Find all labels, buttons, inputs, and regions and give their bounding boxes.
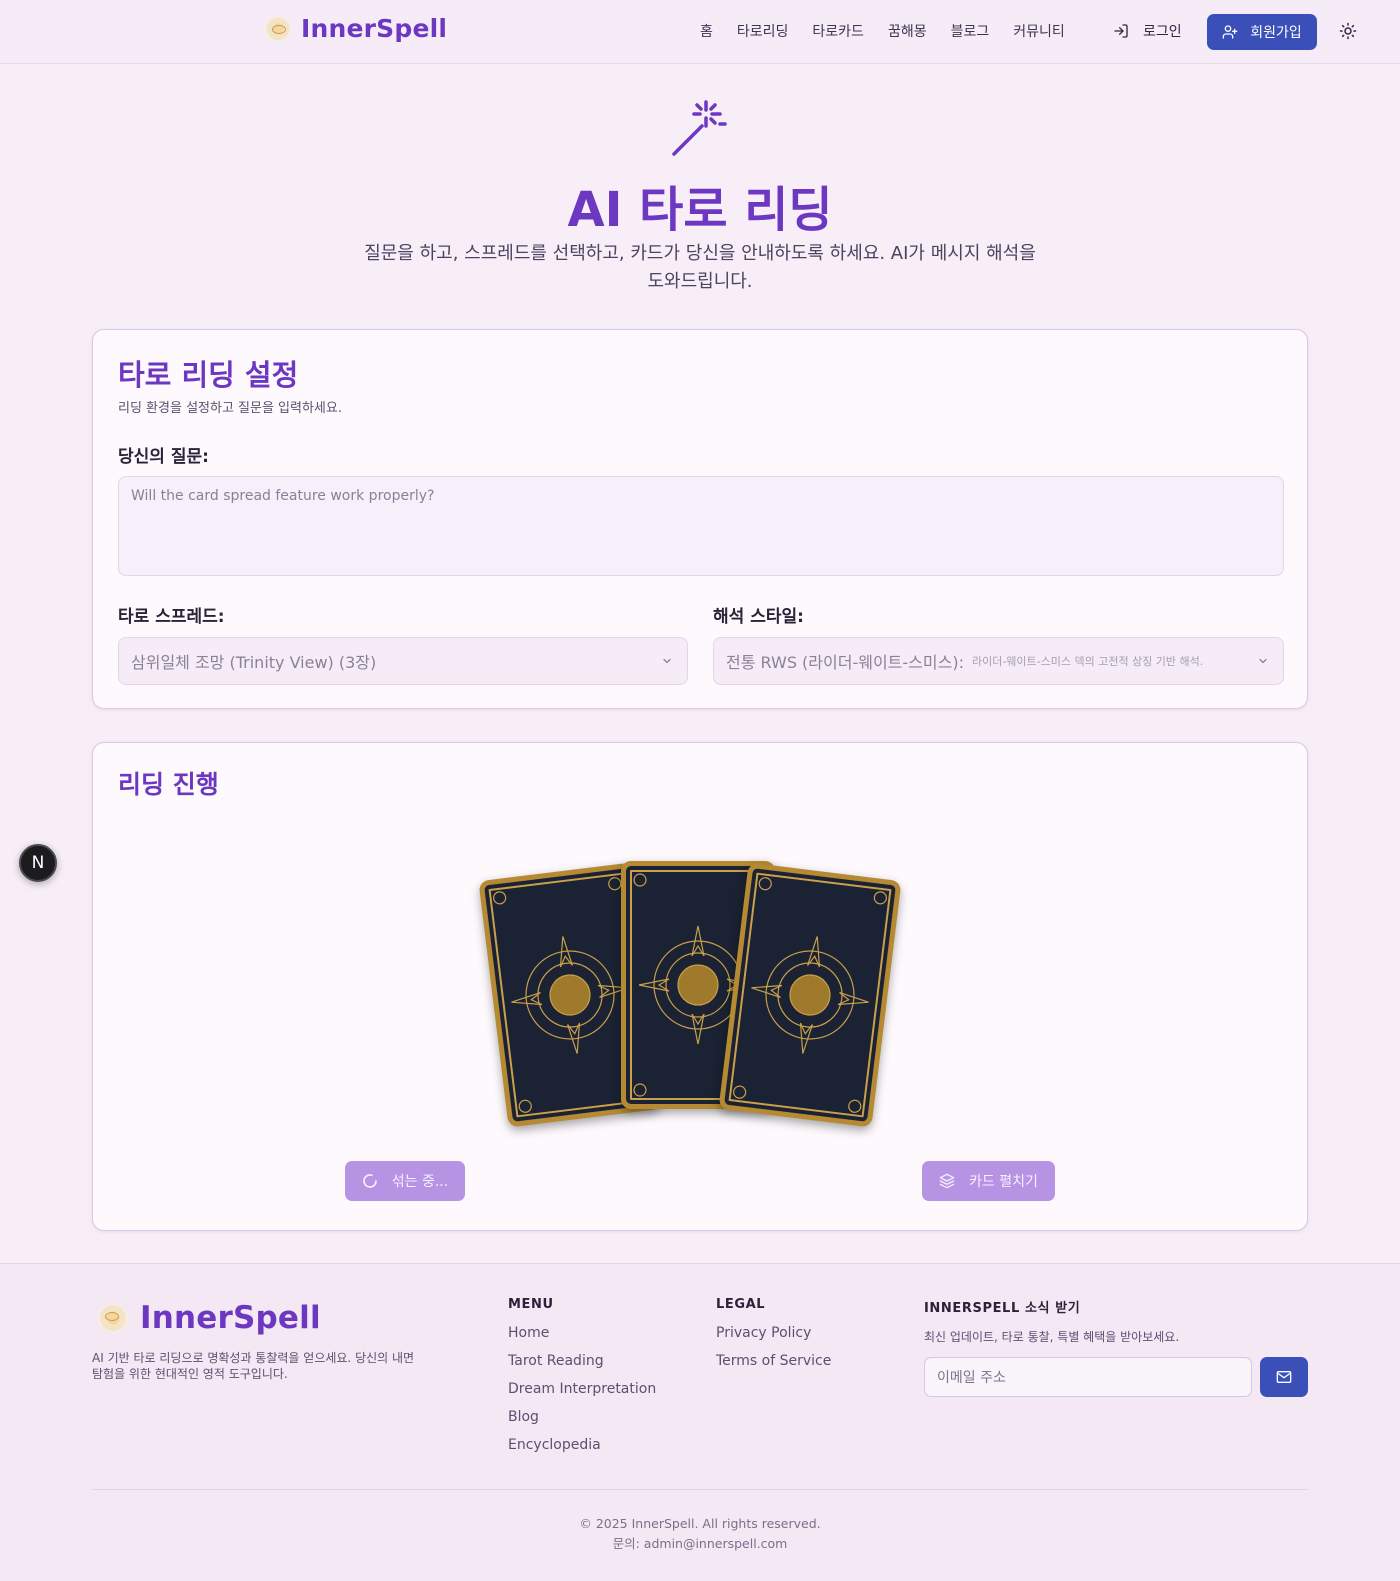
footer-legal-title: LEGAL (716, 1297, 766, 1312)
spread-select[interactable]: 삼위일체 조망 (Trinity View) (3장) (118, 637, 688, 685)
nav-tarot-cards[interactable]: 타로카드 (812, 21, 864, 41)
nav-tarot-reading[interactable]: 타로리딩 (737, 21, 789, 41)
footer-link-home[interactable]: Home (508, 1324, 656, 1342)
newsletter-title: INNERSPELL 소식 받기 (924, 1301, 1081, 1316)
footer-link-blog[interactable]: Blog (508, 1408, 656, 1426)
page-title: AI 타로 리딩 (567, 182, 833, 238)
main-nav: 홈 타로리딩 타로카드 꿈해몽 블로그 커뮤니티 (700, 21, 1089, 41)
login-button[interactable]: 로그인 (1113, 21, 1182, 41)
chevron-down-icon (1259, 658, 1267, 664)
style-hint: 라이더-웨이트-스미스 덱의 고전적 상징 기반 해석. (971, 655, 1204, 668)
login-icon (1114, 24, 1128, 38)
spinner-icon (362, 1174, 377, 1188)
login-label: 로그인 (1143, 24, 1182, 40)
progress-title: 리딩 진행 (118, 770, 219, 799)
spread-cards-button[interactable]: 카드 펼치기 (922, 1161, 1055, 1201)
user-plus-icon (1222, 25, 1238, 39)
footer-description: AI 기반 타로 리딩으로 명확성과 통찰력을 얻으세요. 당신의 내면 탐험을… (92, 1351, 415, 1381)
settings-description: 리딩 환경을 설정하고 질문을 입력하세요. (118, 401, 342, 416)
style-label: 해석 스타일: (713, 607, 804, 627)
magic-wand-icon (672, 100, 727, 156)
footer-menu-title: MENU (508, 1297, 554, 1312)
nav-blog[interactable]: 블로그 (951, 21, 990, 41)
style-value: 전통 RWS (라이더-웨이트-스미스): (726, 653, 964, 672)
shuffle-button[interactable]: 섞는 중... (345, 1161, 465, 1201)
chevron-down-icon (663, 658, 671, 664)
logo[interactable]: InnerSpell (265, 14, 447, 43)
signup-button[interactable]: 회원가입 (1207, 14, 1317, 50)
footer-legal: LEGAL Privacy Policy Terms of Service (716, 1297, 831, 1380)
footer-divider (92, 1489, 1308, 1490)
style-select[interactable]: 전통 RWS (라이더-웨이트-스미스): 라이더-웨이트-스미스 덱의 고전적… (713, 637, 1284, 685)
reading-settings-card: 타로 리딩 설정 리딩 환경을 설정하고 질문을 입력하세요. 당신의 질문: … (92, 329, 1308, 709)
nav-home[interactable]: 홈 (700, 21, 713, 41)
question-input[interactable]: Will the card spread feature work proper… (118, 476, 1284, 576)
footer-link-dream[interactable]: Dream Interpretation (508, 1380, 656, 1398)
logo-text: InnerSpell (301, 14, 448, 43)
nav-dream[interactable]: 꿈해몽 (888, 21, 927, 41)
email-input[interactable]: 이메일 주소 (924, 1357, 1252, 1397)
page-subtitle: 질문을 하고, 스프레드를 선택하고, 카드가 당신을 안내하도록 하세요. A… (364, 243, 1036, 292)
tarot-card-back (718, 862, 902, 1128)
settings-title: 타로 리딩 설정 (118, 358, 299, 392)
copyright: © 2025 InnerSpell. All rights reserved. (579, 1516, 821, 1531)
footer-menu: MENU Home Tarot Reading Dream Interpreta… (508, 1297, 656, 1464)
footer-link-tarot[interactable]: Tarot Reading (508, 1352, 656, 1370)
footer-copyright-block: © 2025 InnerSpell. All rights reserved. … (0, 1514, 1400, 1554)
subscribe-button[interactable] (1260, 1357, 1308, 1397)
logo-icon (265, 15, 291, 42)
newsletter-description: 최신 업데이트, 타로 통찰, 특별 혜택을 받아보세요. (924, 1330, 1180, 1344)
footer-link-privacy[interactable]: Privacy Policy (716, 1324, 831, 1342)
layers-icon (939, 1173, 955, 1189)
logo-icon (98, 1303, 128, 1333)
spread-cards-label: 카드 펼치기 (969, 1174, 1038, 1190)
next-dev-badge[interactable]: N (19, 844, 57, 882)
footer-logo-text: InnerSpell (140, 1300, 321, 1336)
site-footer: InnerSpell AI 기반 타로 리딩으로 명확성과 통찰력을 얻으세요.… (0, 1263, 1400, 1581)
footer-newsletter: INNERSPELL 소식 받기 최신 업데이트, 타로 통찰, 특별 혜택을 … (924, 1297, 1179, 1345)
footer-link-encyclopedia[interactable]: Encyclopedia (508, 1436, 656, 1454)
site-header: InnerSpell 홈 타로리딩 타로카드 꿈해몽 블로그 커뮤니티 로그인 … (0, 0, 1400, 64)
shuffle-label: 섞는 중... (391, 1174, 449, 1190)
contact-email: 문의: admin@innerspell.com (612, 1536, 788, 1551)
nav-community[interactable]: 커뮤니티 (1013, 21, 1065, 41)
question-label: 당신의 질문: (118, 447, 209, 467)
spread-value: 삼위일체 조망 (Trinity View) (3장) (131, 653, 377, 672)
footer-logo[interactable]: InnerSpell (98, 1300, 321, 1336)
reading-progress-card: 리딩 진행 섞는 중... 카드 펼치기 (92, 742, 1308, 1231)
mail-icon (1276, 1371, 1292, 1383)
card-deck[interactable] (478, 853, 921, 1143)
signup-label: 회원가입 (1250, 25, 1302, 41)
sun-icon[interactable] (1339, 22, 1357, 40)
spread-label: 타로 스프레드: (118, 607, 225, 627)
footer-link-terms[interactable]: Terms of Service (716, 1352, 831, 1370)
